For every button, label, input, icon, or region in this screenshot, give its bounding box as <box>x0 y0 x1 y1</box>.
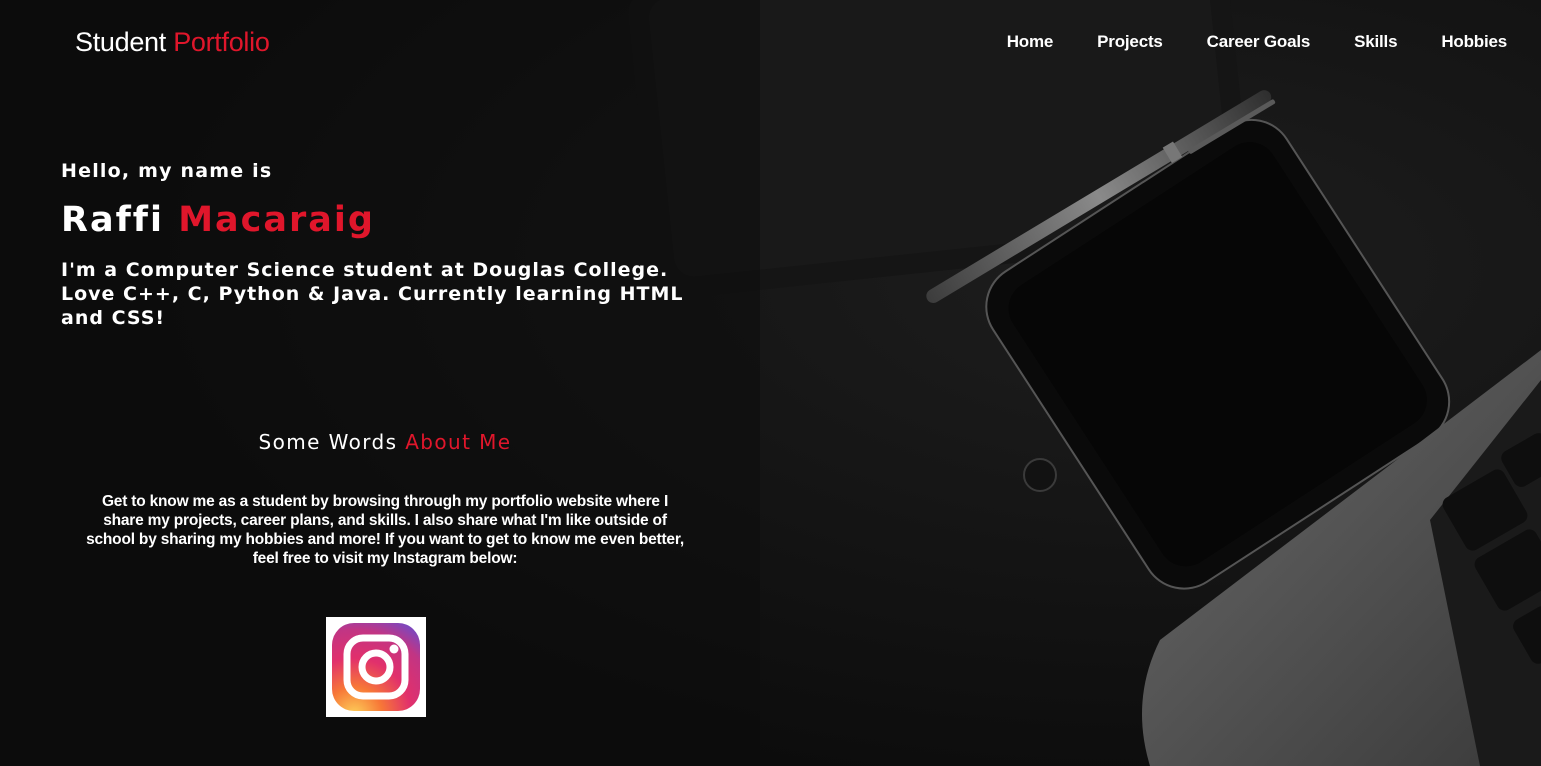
about-heading-text: Some Words <box>258 430 406 454</box>
brand-accent-text: Portfolio <box>173 27 270 57</box>
hero-intro: I'm a Computer Science student at Dougla… <box>61 259 684 329</box>
nav-projects[interactable]: Projects <box>1097 32 1163 52</box>
hero-section: Hello, my name is Raffi Macaraig I'm a C… <box>61 160 701 330</box>
nav-home[interactable]: Home <box>1007 32 1054 52</box>
main-nav: Home Projects Career Goals Skills Hobbie… <box>1007 32 1507 52</box>
nav-career-goals[interactable]: Career Goals <box>1207 32 1311 52</box>
hero-greeting: Hello, my name is <box>61 160 273 182</box>
about-body: Get to know me as a student by browsing … <box>86 493 684 567</box>
nav-skills[interactable]: Skills <box>1354 32 1397 52</box>
hero-name: Raffi Macaraig <box>61 200 701 240</box>
last-name: Macaraig <box>178 200 375 240</box>
about-heading: Some Words About Me <box>75 430 695 454</box>
nav-hobbies[interactable]: Hobbies <box>1441 32 1507 52</box>
instagram-icon <box>328 619 424 715</box>
hero-background-image <box>0 0 1541 766</box>
site-logo[interactable]: Student Portfolio <box>75 27 270 58</box>
first-name: Raffi <box>61 200 179 240</box>
instagram-link[interactable] <box>326 617 426 717</box>
brand-text: Student <box>75 27 174 57</box>
about-heading-accent: About Me <box>405 430 512 454</box>
about-section: Some Words About Me Get to know me as a … <box>75 430 695 568</box>
